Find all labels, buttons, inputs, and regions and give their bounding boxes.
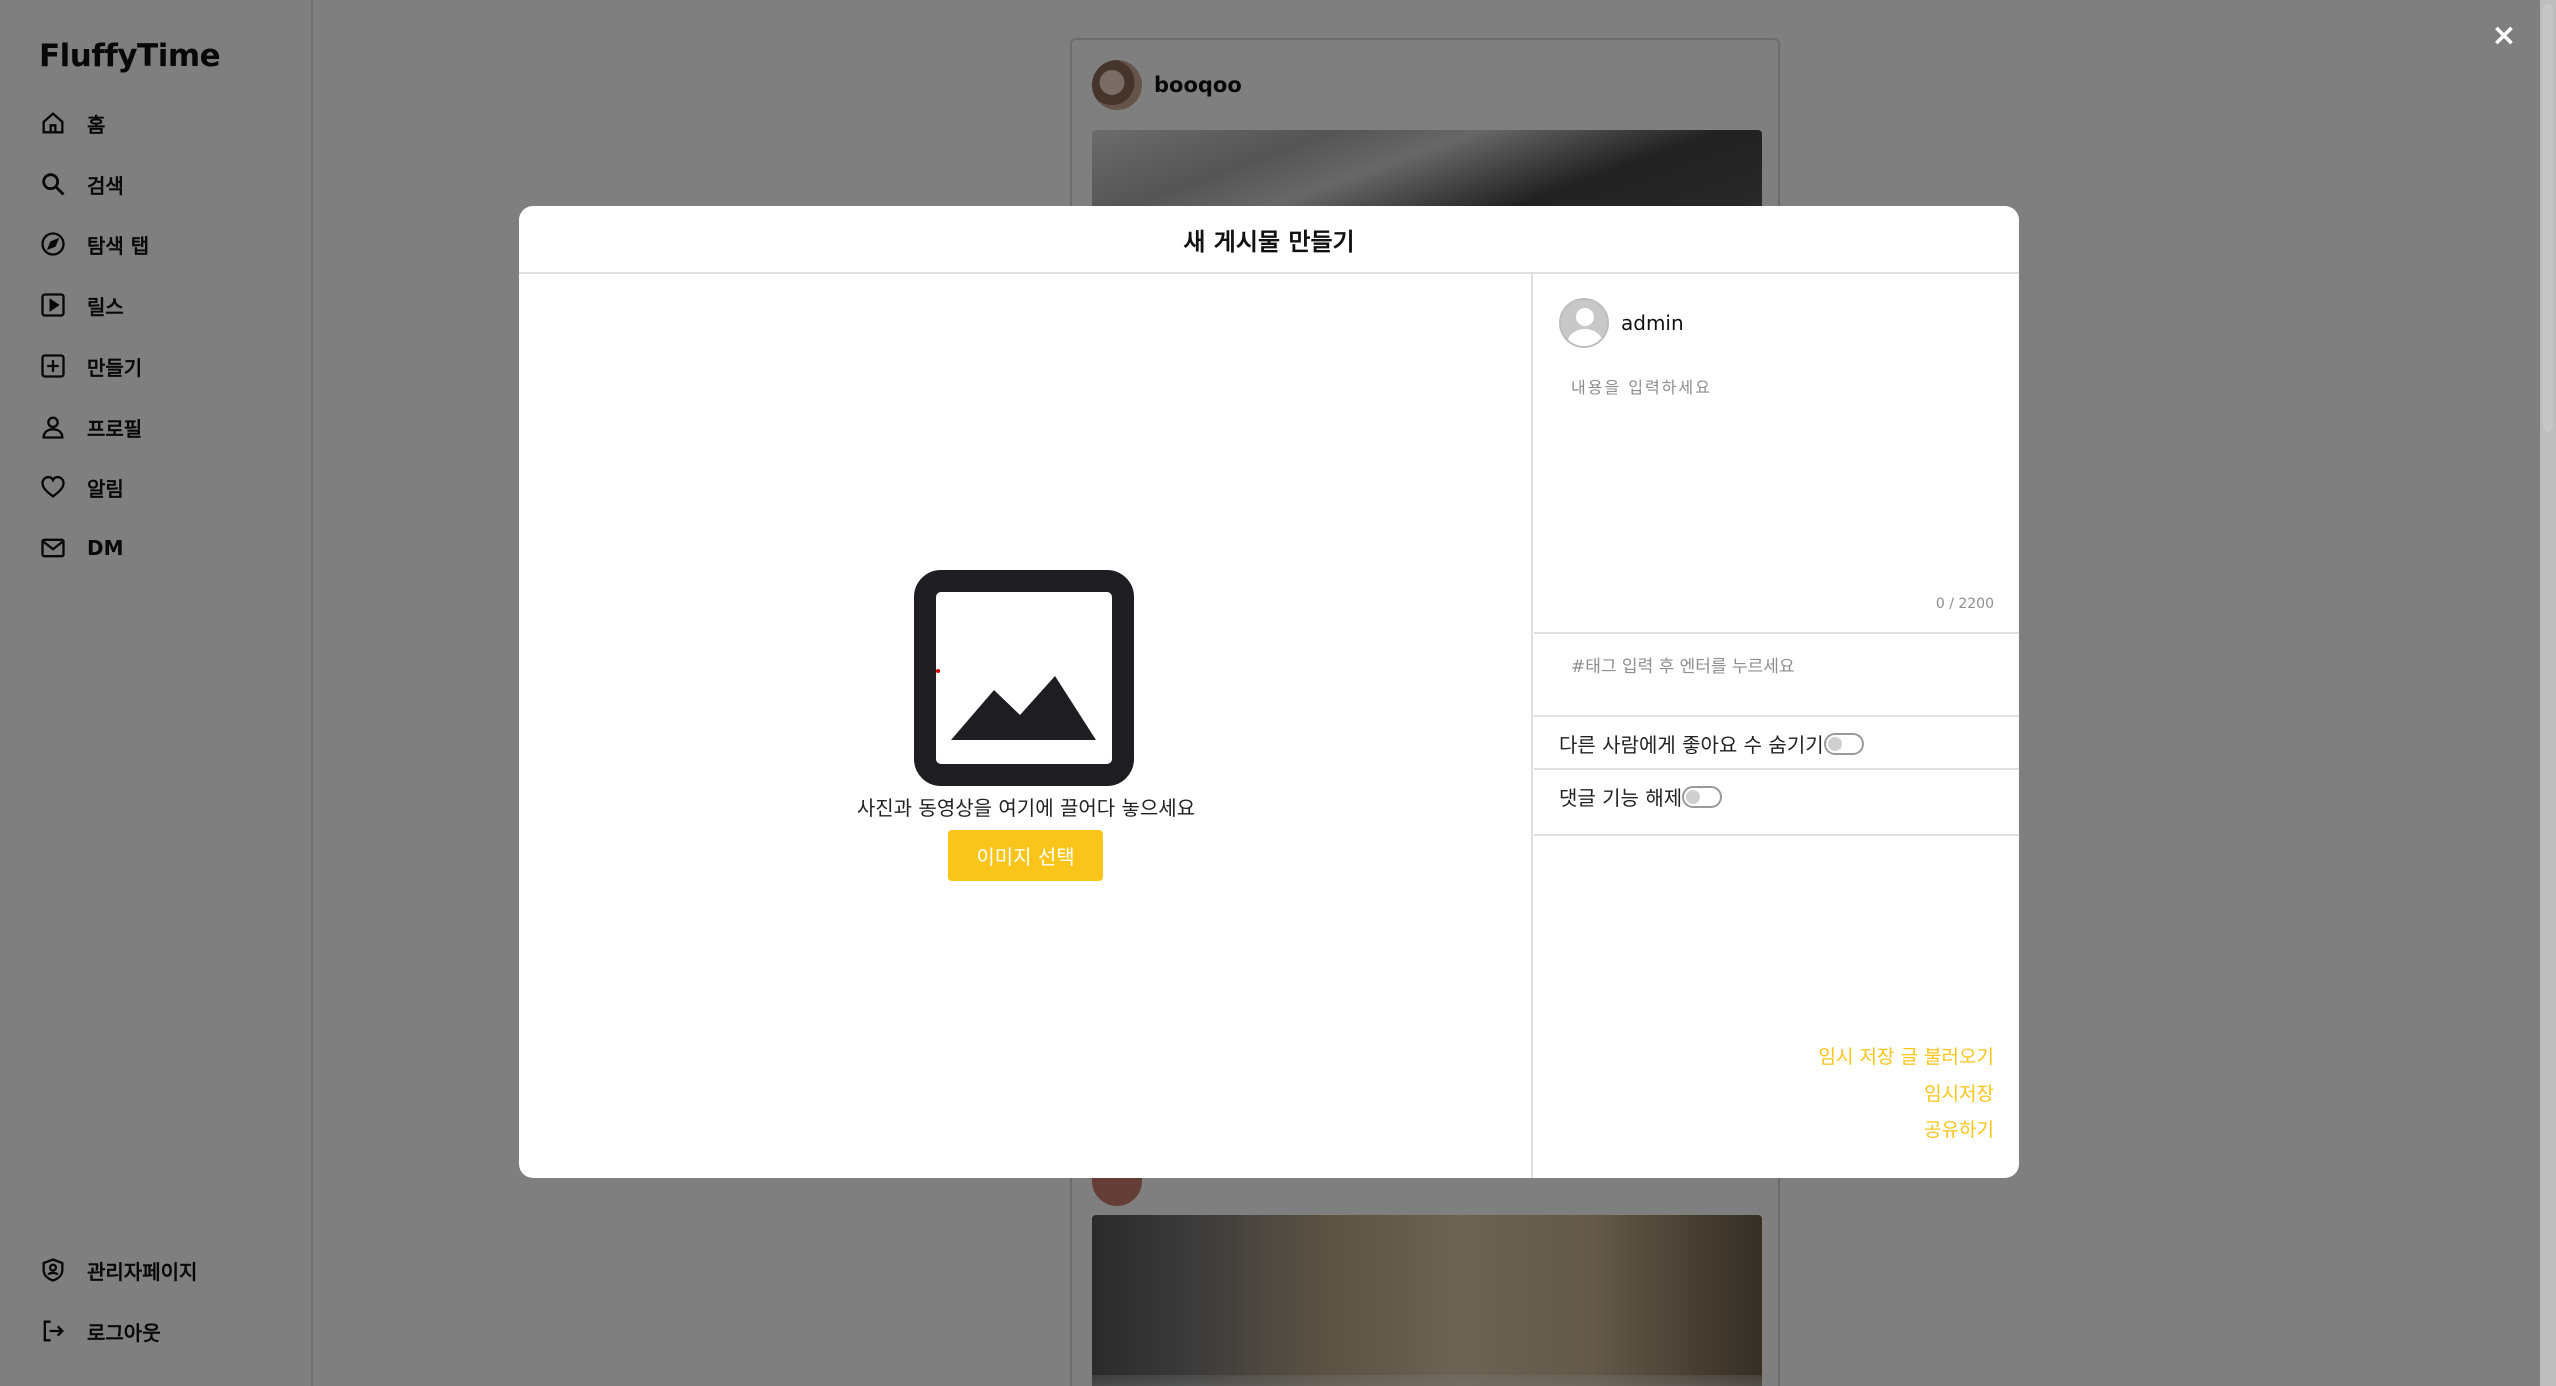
avatar	[1559, 298, 1609, 348]
disable-comments-option: 댓글 기능 해제	[1559, 782, 1723, 811]
load-draft-link[interactable]: 임시 저장 글 불러오기	[1819, 1042, 1994, 1069]
divider	[1534, 834, 2019, 836]
content-textarea[interactable]	[1559, 374, 1999, 574]
divider	[1534, 632, 2019, 634]
hide-likes-label: 다른 사람에게 좋아요 수 숨기기	[1559, 733, 1824, 757]
select-image-button[interactable]: 이미지 선택	[948, 830, 1103, 881]
modal-header: 새 게시물 만들기	[519, 206, 2019, 274]
image-icon	[914, 570, 1134, 786]
close-button[interactable]: ×	[2490, 21, 2518, 51]
scrollbar-thumb[interactable]	[2543, 4, 2553, 432]
hide-likes-toggle[interactable]	[1823, 732, 1864, 755]
hide-likes-option: 다른 사람에게 좋아요 수 숨기기	[1559, 729, 1864, 758]
tag-input[interactable]	[1559, 652, 1999, 682]
divider	[1534, 768, 2019, 770]
save-draft-link[interactable]: 임시저장	[1924, 1079, 1994, 1106]
modal-title: 새 게시물 만들기	[1183, 227, 1355, 256]
share-link[interactable]: 공유하기	[1924, 1115, 1994, 1142]
divider	[1534, 715, 2019, 717]
page-scrollbar[interactable]	[2540, 0, 2556, 1386]
char-count: 0 / 2200	[1935, 596, 1994, 612]
post-form: admin 0 / 2200 다른 사람에게 좋아요 수 숨기기 댓글 기능 해…	[1534, 274, 2019, 1178]
author-username: admin	[1621, 311, 1684, 335]
create-post-modal: 새 게시물 만들기 사진과 동영상을 여기에 끌어다 놓으세요 이미지 선택 a…	[519, 206, 2019, 1178]
disable-comments-toggle[interactable]	[1682, 785, 1723, 808]
drop-instruction: 사진과 동영상을 여기에 끌어다 놓으세요	[856, 796, 1196, 820]
upload-dropzone[interactable]: 사진과 동영상을 여기에 끌어다 놓으세요 이미지 선택	[519, 274, 1533, 1178]
post-author: admin	[1559, 298, 1684, 348]
disable-comments-label: 댓글 기능 해제	[1559, 786, 1683, 810]
